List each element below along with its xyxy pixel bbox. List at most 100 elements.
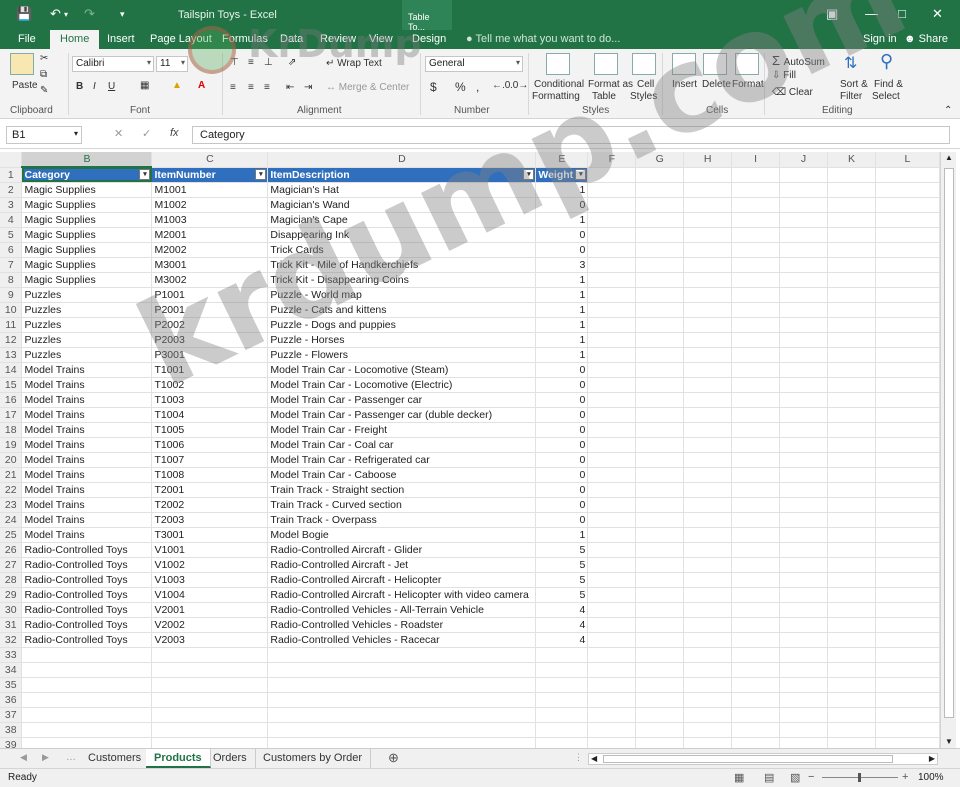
add-sheet-icon[interactable]: ⊕ bbox=[388, 750, 399, 766]
empty-cell[interactable] bbox=[827, 332, 876, 348]
empty-cell[interactable] bbox=[635, 257, 685, 273]
table-cell[interactable]: Puzzles bbox=[21, 302, 153, 318]
empty-cell[interactable] bbox=[683, 497, 733, 513]
empty-cell[interactable] bbox=[635, 332, 685, 348]
table-cell[interactable]: M2002 bbox=[151, 242, 269, 258]
empty-cell[interactable] bbox=[683, 632, 733, 648]
empty-cell[interactable] bbox=[683, 182, 733, 198]
empty-cell[interactable] bbox=[683, 692, 733, 708]
empty-cell[interactable] bbox=[875, 407, 940, 423]
empty-cell[interactable] bbox=[875, 737, 940, 748]
empty-cell[interactable] bbox=[779, 302, 829, 318]
empty-cell[interactable] bbox=[683, 212, 733, 228]
empty-cell[interactable] bbox=[779, 497, 829, 513]
more-sheets-icon[interactable]: … bbox=[66, 752, 76, 763]
empty-cell[interactable] bbox=[779, 557, 829, 573]
empty-cell[interactable] bbox=[779, 332, 829, 348]
table-cell[interactable]: 4 bbox=[535, 602, 589, 618]
empty-cell[interactable] bbox=[683, 257, 733, 273]
paste-icon[interactable] bbox=[10, 53, 34, 75]
empty-cell[interactable] bbox=[635, 542, 685, 558]
empty-cell[interactable] bbox=[875, 332, 940, 348]
table-cell[interactable]: Model Train Car - Passenger car bbox=[267, 392, 537, 408]
empty-cell[interactable] bbox=[21, 722, 153, 738]
table-cell[interactable]: Train Track - Overpass bbox=[267, 512, 537, 528]
format-as-table-icon[interactable] bbox=[594, 53, 618, 75]
empty-cell[interactable] bbox=[683, 392, 733, 408]
empty-cell[interactable] bbox=[635, 362, 685, 378]
table-cell[interactable]: 0 bbox=[535, 362, 589, 378]
row-header[interactable]: 31 bbox=[0, 617, 23, 633]
table-cell[interactable]: M3001 bbox=[151, 257, 269, 273]
empty-cell[interactable] bbox=[683, 377, 733, 393]
empty-cell[interactable] bbox=[779, 227, 829, 243]
table-cell[interactable]: M1003 bbox=[151, 212, 269, 228]
zoom-level[interactable]: 100% bbox=[918, 772, 944, 783]
table-cell[interactable]: Magician's Cape bbox=[267, 212, 537, 228]
empty-cell[interactable] bbox=[875, 257, 940, 273]
table-cell[interactable]: Radio-Controlled Toys bbox=[21, 542, 153, 558]
empty-cell[interactable] bbox=[875, 422, 940, 438]
table-cell[interactable]: 0 bbox=[535, 242, 589, 258]
empty-cell[interactable] bbox=[587, 617, 637, 633]
table-cell[interactable]: Magician's Wand bbox=[267, 197, 537, 213]
fill-button[interactable]: ⇩ Fill bbox=[772, 70, 796, 81]
empty-cell[interactable] bbox=[635, 527, 685, 543]
empty-cell[interactable] bbox=[779, 257, 829, 273]
tab-design[interactable]: Design bbox=[412, 33, 446, 45]
italic-button[interactable]: I bbox=[93, 81, 96, 92]
table-cell[interactable]: Model Trains bbox=[21, 437, 153, 453]
row-header[interactable]: 13 bbox=[0, 347, 23, 363]
table-cell[interactable]: Magic Supplies bbox=[21, 242, 153, 258]
empty-cell[interactable] bbox=[683, 422, 733, 438]
empty-cell[interactable] bbox=[731, 437, 781, 453]
scroll-sheets-left-icon[interactable]: ◀ bbox=[20, 752, 27, 763]
empty-cell[interactable] bbox=[587, 572, 637, 588]
table-cell[interactable]: Puzzle - Dogs and puppies bbox=[267, 317, 537, 333]
merge-center-button[interactable]: ↔ Merge & Center bbox=[326, 82, 409, 93]
empty-cell[interactable] bbox=[731, 587, 781, 603]
empty-cell[interactable] bbox=[635, 572, 685, 588]
empty-cell[interactable] bbox=[875, 722, 940, 738]
row-header[interactable]: 26 bbox=[0, 542, 23, 558]
empty-cell[interactable] bbox=[731, 482, 781, 498]
empty-cell[interactable] bbox=[875, 527, 940, 543]
empty-cell[interactable] bbox=[635, 317, 685, 333]
table-cell[interactable]: P2002 bbox=[151, 317, 269, 333]
table-cell[interactable]: V2001 bbox=[151, 602, 269, 618]
empty-cell[interactable] bbox=[683, 197, 733, 213]
empty-cell[interactable] bbox=[635, 497, 685, 513]
empty-cell[interactable] bbox=[635, 647, 685, 663]
align-center-icon[interactable]: ≡ bbox=[248, 82, 254, 93]
row-header[interactable]: 19 bbox=[0, 437, 23, 453]
table-cell[interactable]: Model Trains bbox=[21, 377, 153, 393]
save-icon[interactable]: 💾 bbox=[16, 6, 32, 22]
empty-cell[interactable] bbox=[587, 227, 637, 243]
empty-cell[interactable] bbox=[587, 392, 637, 408]
decrease-decimal-icon[interactable]: .0→ bbox=[510, 80, 528, 91]
empty-cell[interactable] bbox=[683, 302, 733, 318]
empty-cell[interactable] bbox=[827, 212, 876, 228]
empty-cell[interactable] bbox=[635, 587, 685, 603]
empty-cell[interactable] bbox=[587, 242, 637, 258]
empty-cell[interactable] bbox=[875, 632, 940, 648]
empty-cell[interactable] bbox=[827, 617, 876, 633]
cut-icon[interactable]: ✂ bbox=[40, 53, 48, 64]
filter-dropdown-icon[interactable]: ▾ bbox=[575, 168, 587, 180]
empty-cell[interactable] bbox=[827, 317, 876, 333]
empty-cell[interactable] bbox=[635, 302, 685, 318]
empty-cell[interactable] bbox=[587, 332, 637, 348]
empty-cell[interactable] bbox=[151, 647, 269, 663]
table-cell[interactable]: 3 bbox=[535, 257, 589, 273]
table-cell[interactable]: Magic Supplies bbox=[21, 227, 153, 243]
empty-cell[interactable] bbox=[875, 242, 940, 258]
table-cell[interactable]: 1 bbox=[535, 527, 589, 543]
empty-cell[interactable] bbox=[827, 362, 876, 378]
empty-cell[interactable] bbox=[875, 707, 940, 723]
empty-cell[interactable] bbox=[587, 197, 637, 213]
redo-icon[interactable]: ↷ bbox=[84, 6, 95, 22]
table-cell[interactable]: 0 bbox=[535, 512, 589, 528]
name-box[interactable]: B1 ▾ bbox=[6, 126, 82, 144]
empty-cell[interactable] bbox=[587, 557, 637, 573]
empty-cell[interactable] bbox=[683, 527, 733, 543]
